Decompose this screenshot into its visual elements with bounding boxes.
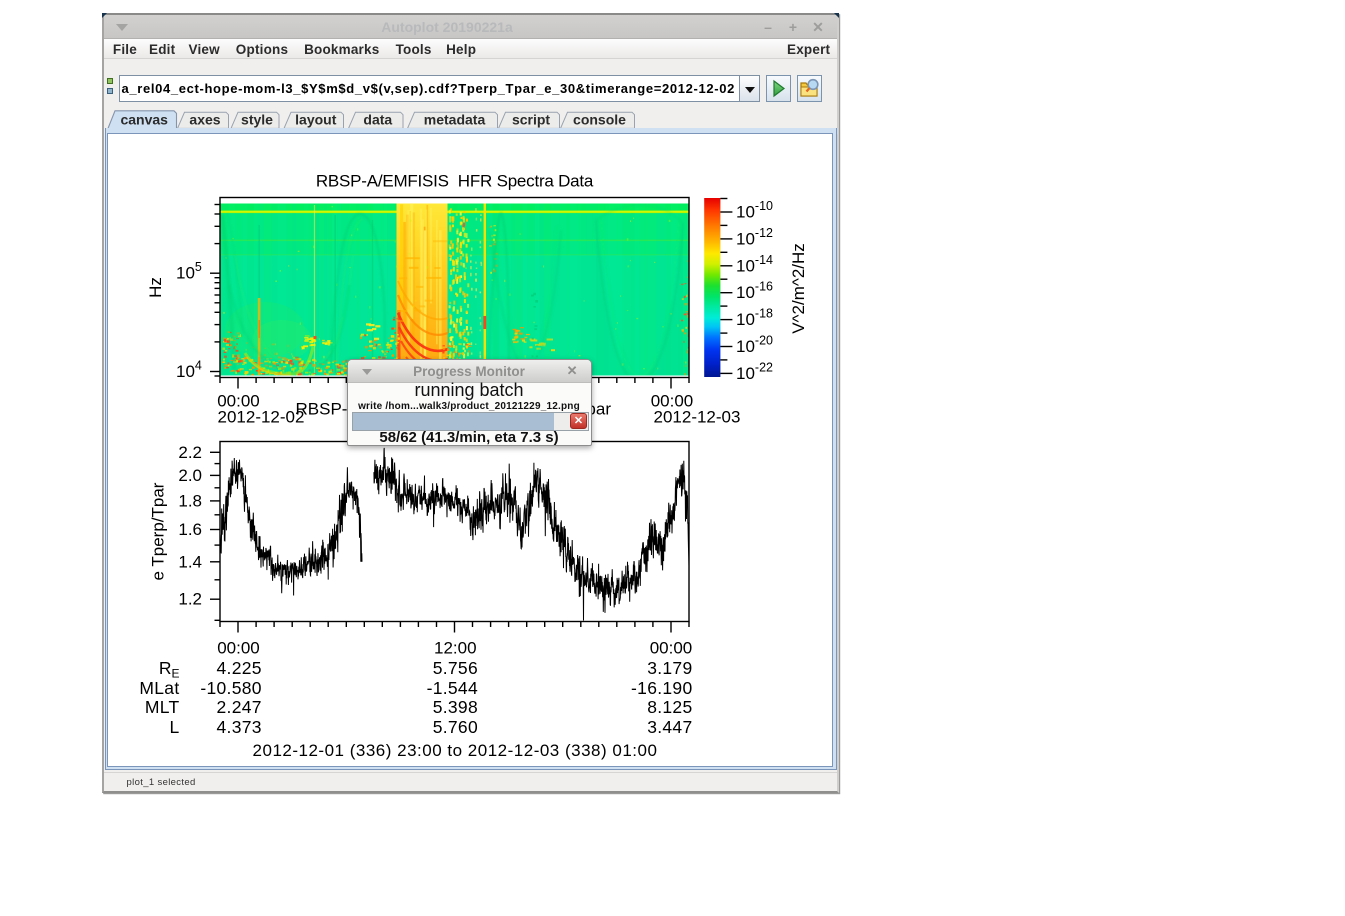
svg-text:canvas: canvas <box>120 112 168 128</box>
svg-text:1.2: 1.2 <box>178 589 202 608</box>
svg-text:metadata: metadata <box>424 112 486 128</box>
svg-text:1.6: 1.6 <box>178 519 202 538</box>
svg-text:1.4: 1.4 <box>178 552 202 571</box>
svg-text:00:00: 00:00 <box>649 638 692 657</box>
svg-text:12:00: 12:00 <box>434 638 477 657</box>
svg-text:10-20: 10-20 <box>736 333 773 356</box>
svg-text:style: style <box>241 112 273 128</box>
svg-text:RE: RE <box>158 657 179 680</box>
svg-text:console: console <box>573 112 626 128</box>
svg-text:5.398: 5.398 <box>432 697 477 717</box>
svg-text:script: script <box>512 112 550 128</box>
svg-text:4.373: 4.373 <box>216 717 261 737</box>
svg-text:2.247: 2.247 <box>216 697 261 717</box>
svg-text:-1.544: -1.544 <box>426 678 477 698</box>
svg-text:e Tperp/Tpar: e Tperp/Tpar <box>148 482 167 580</box>
svg-text:104: 104 <box>176 358 202 381</box>
svg-text:10-16: 10-16 <box>736 279 773 302</box>
svg-text:10-12: 10-12 <box>736 225 773 248</box>
svg-text:RBSP-A/EMFISIS HFR Spectra Da: RBSP-A/EMFISIS HFR Spectra Data <box>315 171 593 190</box>
svg-text:2012-12-01 (336) 23:00 to 2012: 2012-12-01 (336) 23:00 to 2012-12-03 (33… <box>252 741 657 760</box>
svg-text:10-22: 10-22 <box>736 360 773 383</box>
svg-text:-16.190: -16.190 <box>631 678 692 698</box>
svg-text:3.447: 3.447 <box>647 717 692 737</box>
svg-text:-10.580: -10.580 <box>200 678 261 698</box>
svg-text:data: data <box>363 112 392 128</box>
svg-text:00:00: 00:00 <box>217 638 260 657</box>
svg-text:2012-12-03: 2012-12-03 <box>653 407 740 426</box>
svg-text:5.760: 5.760 <box>432 717 477 737</box>
svg-text:3.179: 3.179 <box>647 657 692 677</box>
svg-text:8.125: 8.125 <box>647 697 692 717</box>
svg-text:Hz: Hz <box>146 277 165 298</box>
svg-text:2.0: 2.0 <box>178 465 202 484</box>
svg-text:MLT: MLT <box>144 697 179 717</box>
svg-text:layout: layout <box>295 112 337 128</box>
svg-text:5.756: 5.756 <box>432 657 477 677</box>
svg-text:L: L <box>169 717 179 737</box>
svg-text:2.2: 2.2 <box>178 442 202 461</box>
svg-text:V^2/m^2/Hz: V^2/m^2/Hz <box>789 243 808 334</box>
svg-text:1.8: 1.8 <box>178 491 202 510</box>
svg-text:2012-12-02: 2012-12-02 <box>217 407 304 426</box>
svg-text:10-18: 10-18 <box>736 306 773 329</box>
svg-text:105: 105 <box>176 260 202 283</box>
svg-text:4.225: 4.225 <box>216 657 261 677</box>
svg-text:10-14: 10-14 <box>736 252 773 274</box>
svg-text:axes: axes <box>189 112 220 128</box>
svg-text:10-10: 10-10 <box>736 199 773 222</box>
svg-text:MLat: MLat <box>139 678 179 698</box>
